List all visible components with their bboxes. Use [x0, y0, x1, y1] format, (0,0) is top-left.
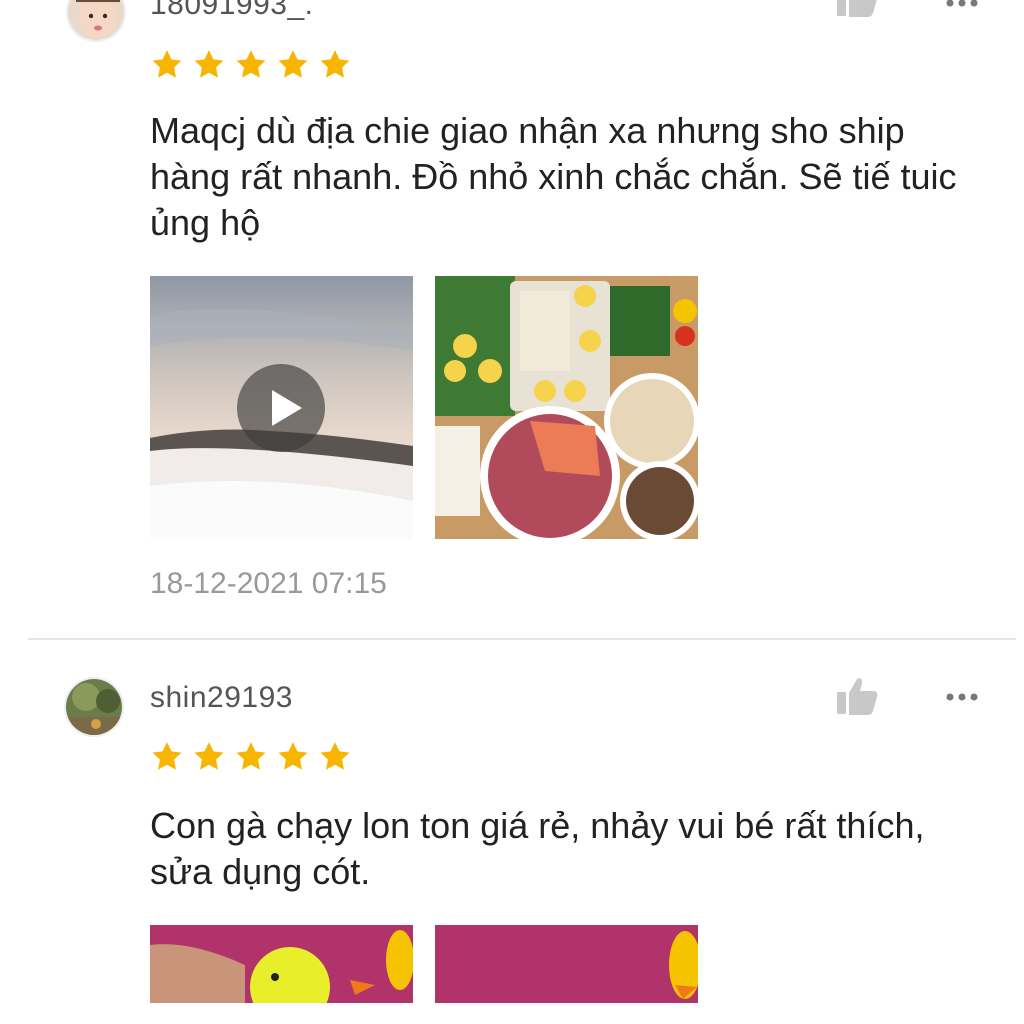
- thumbs-up-icon[interactable]: [835, 676, 879, 716]
- review-text: Maqcj dù địa chie giao nhận xa nhưng sho…: [150, 110, 957, 243]
- star-icon: [194, 742, 224, 770]
- avatar[interactable]: [64, 677, 124, 737]
- star-icon: [194, 50, 224, 78]
- star-icon: [236, 742, 266, 770]
- play-icon[interactable]: [237, 364, 325, 452]
- photo-chick-toy-pink-background[interactable]: [435, 925, 698, 1003]
- star-icon: [278, 742, 308, 770]
- star-rating: [150, 740, 352, 774]
- photo-image: [435, 925, 698, 1003]
- photo-yellow-chick-toy[interactable]: [150, 925, 413, 1003]
- star-icon: [152, 742, 182, 770]
- star-icon: [152, 50, 182, 78]
- more-options-icon[interactable]: [945, 0, 979, 8]
- star-icon: [320, 742, 350, 770]
- photo-hotpot-ingredients[interactable]: [435, 276, 698, 539]
- divider: [28, 638, 1016, 640]
- more-options-icon[interactable]: [945, 692, 979, 702]
- photo-image: [150, 925, 413, 1003]
- avatar-image: [68, 0, 124, 40]
- star-rating: [150, 48, 352, 82]
- star-icon: [278, 50, 308, 78]
- video-thumbnail-clouds[interactable]: [150, 276, 413, 539]
- avatar-image: [66, 679, 122, 735]
- star-icon: [236, 50, 266, 78]
- username[interactable]: shin29193: [150, 681, 293, 715]
- review-timestamp: 18-12-2021 07:15: [150, 567, 387, 600]
- review-text: Con gà chạy lon ton giá rẻ, nhảy vui bé …: [150, 805, 925, 892]
- star-icon: [320, 50, 350, 78]
- thumbs-up-icon[interactable]: [835, 0, 879, 18]
- username[interactable]: 18091993_.: [150, 0, 314, 22]
- avatar[interactable]: [66, 0, 126, 42]
- photo-image: [435, 276, 698, 539]
